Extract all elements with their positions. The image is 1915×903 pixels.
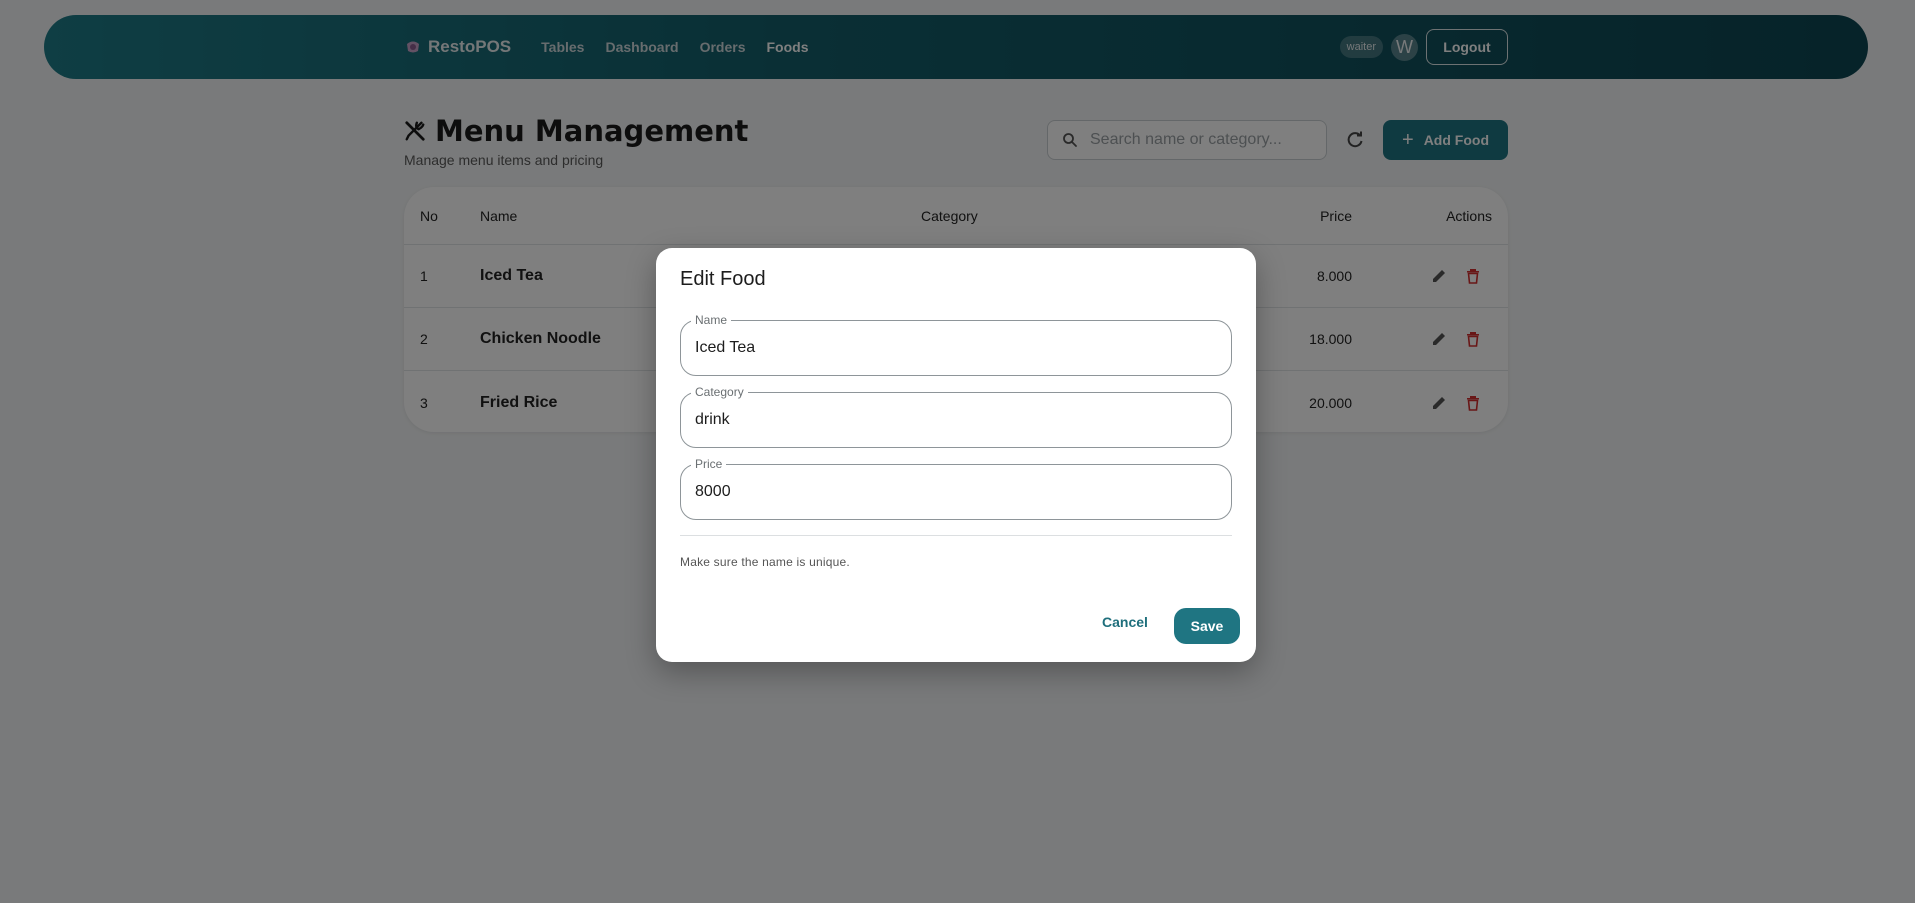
name-field-value[interactable]: Iced Tea bbox=[695, 321, 755, 375]
save-button[interactable]: Save bbox=[1174, 608, 1240, 644]
name-field[interactable]: Name Iced Tea bbox=[680, 314, 1232, 376]
category-field-value[interactable]: drink bbox=[695, 393, 730, 447]
dialog-hint: Make sure the name is unique. bbox=[680, 555, 850, 569]
category-field[interactable]: Category drink bbox=[680, 386, 1232, 448]
dialog-divider bbox=[680, 535, 1232, 536]
edit-food-dialog: Edit Food Name Iced Tea Category drink P… bbox=[656, 248, 1256, 662]
dialog-title: Edit Food bbox=[680, 268, 766, 290]
price-field-value[interactable]: 8000 bbox=[695, 465, 731, 519]
cancel-button[interactable]: Cancel bbox=[1102, 614, 1148, 630]
price-field[interactable]: Price 8000 bbox=[680, 458, 1232, 520]
